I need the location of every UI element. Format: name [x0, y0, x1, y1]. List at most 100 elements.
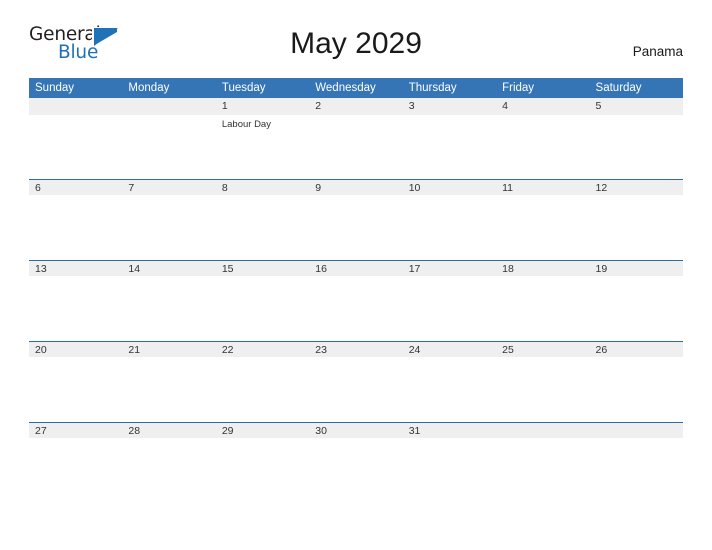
- day-cell-inner: 10: [402, 179, 497, 260]
- day-cell-inner: 14: [122, 260, 216, 341]
- calendar-day-cell[interactable]: [496, 422, 590, 503]
- calendar-day-cell[interactable]: 6: [29, 179, 123, 260]
- day-number: [29, 98, 123, 115]
- calendar-day-cell[interactable]: 12: [589, 179, 683, 260]
- day-number: 10: [402, 179, 497, 195]
- day-cell-inner: 23: [309, 341, 403, 422]
- day-number: 19: [589, 260, 683, 276]
- day-number: [122, 98, 216, 115]
- weekday-header-saturday: Saturday: [589, 78, 683, 98]
- day-number: 4: [496, 98, 590, 115]
- calendar-day-cell[interactable]: 2: [309, 98, 403, 179]
- day-cell-inner: 31: [402, 422, 497, 503]
- day-cell-inner: 27: [29, 422, 123, 503]
- day-number: 17: [402, 260, 497, 276]
- calendar-day-cell[interactable]: 9: [309, 179, 403, 260]
- day-number: 7: [122, 179, 216, 195]
- calendar-day-cell[interactable]: 5: [589, 98, 683, 179]
- day-cell-inner: 30: [309, 422, 403, 503]
- calendar-day-cell[interactable]: 4: [496, 98, 590, 179]
- calendar-week-row: 20 21 22 23 24 25 26: [29, 341, 683, 422]
- day-cell-inner: 25: [496, 341, 590, 422]
- day-number: 23: [309, 341, 403, 357]
- day-cell-inner: 20: [29, 341, 123, 422]
- calendar-day-cell[interactable]: 19: [589, 260, 683, 341]
- calendar-day-cell[interactable]: 28: [122, 422, 216, 503]
- calendar-day-cell[interactable]: 21: [122, 341, 216, 422]
- day-number: 15: [215, 260, 310, 276]
- country-label: Panama: [632, 44, 683, 59]
- day-cell-inner: [29, 98, 123, 179]
- page-title: May 2029: [290, 27, 422, 60]
- calendar-day-cell[interactable]: 16: [309, 260, 403, 341]
- calendar-day-cell[interactable]: [589, 422, 683, 503]
- day-number: [496, 422, 590, 438]
- day-number: 20: [29, 341, 123, 357]
- day-cell-inner: 11: [496, 179, 590, 260]
- calendar-day-cell[interactable]: 30: [309, 422, 403, 503]
- day-cell-inner: 3: [402, 98, 497, 179]
- day-cell-inner: 22: [215, 341, 310, 422]
- weekday-header-tuesday: Tuesday: [215, 78, 310, 98]
- calendar-day-cell[interactable]: 22: [215, 341, 310, 422]
- day-number: 2: [309, 98, 403, 115]
- calendar-day-cell[interactable]: 3: [402, 98, 497, 179]
- calendar-day-cell[interactable]: 24: [402, 341, 497, 422]
- weekday-header-wednesday: Wednesday: [309, 78, 403, 98]
- day-cell-inner: 15: [215, 260, 310, 341]
- weekday-header-thursday: Thursday: [402, 78, 497, 98]
- calendar-day-cell[interactable]: 23: [309, 341, 403, 422]
- calendar-day-cell[interactable]: 13: [29, 260, 123, 341]
- day-number: 16: [309, 260, 403, 276]
- day-cell-inner: [122, 98, 216, 179]
- day-number: 28: [122, 422, 216, 438]
- day-number: 27: [29, 422, 123, 438]
- day-number: [589, 422, 683, 438]
- day-cell-inner: 26: [589, 341, 683, 422]
- day-cell-inner: 29: [215, 422, 310, 503]
- day-number: 1: [215, 98, 310, 115]
- day-number: 8: [215, 179, 310, 195]
- calendar-container: Sunday Monday Tuesday Wednesday Thursday…: [29, 78, 683, 503]
- calendar-header-row: Sunday Monday Tuesday Wednesday Thursday…: [29, 78, 683, 98]
- calendar-day-cell[interactable]: 29: [215, 422, 310, 503]
- day-cell-inner: 16: [309, 260, 403, 341]
- day-cell-inner: 24: [402, 341, 497, 422]
- day-number: 14: [122, 260, 216, 276]
- calendar-day-cell[interactable]: 17: [402, 260, 497, 341]
- day-cell-inner: 19: [589, 260, 683, 341]
- day-cell-inner: 21: [122, 341, 216, 422]
- day-cell-inner: 8: [215, 179, 310, 260]
- calendar-day-cell[interactable]: 20: [29, 341, 123, 422]
- calendar-day-cell[interactable]: [29, 98, 123, 179]
- day-cell-inner: 5: [589, 98, 683, 179]
- day-number: 22: [215, 341, 310, 357]
- day-number: 11: [496, 179, 590, 195]
- calendar-day-cell[interactable]: 1 Labour Day: [215, 98, 310, 179]
- weekday-header-monday: Monday: [122, 78, 216, 98]
- calendar-day-cell[interactable]: 25: [496, 341, 590, 422]
- calendar-day-cell[interactable]: 27: [29, 422, 123, 503]
- calendar-week-row: 6 7 8 9 10 11 12: [29, 179, 683, 260]
- calendar-day-cell[interactable]: 31: [402, 422, 497, 503]
- calendar-day-cell[interactable]: 14: [122, 260, 216, 341]
- day-cell-inner: [496, 422, 590, 503]
- day-number: 3: [402, 98, 497, 115]
- day-number: 31: [402, 422, 497, 438]
- calendar-day-cell[interactable]: [122, 98, 216, 179]
- calendar-day-cell[interactable]: 15: [215, 260, 310, 341]
- day-cell-inner: 12: [589, 179, 683, 260]
- calendar-day-cell[interactable]: 10: [402, 179, 497, 260]
- day-number: 12: [589, 179, 683, 195]
- day-number: 5: [589, 98, 683, 115]
- day-number: 30: [309, 422, 403, 438]
- calendar-day-cell[interactable]: 7: [122, 179, 216, 260]
- calendar-day-cell[interactable]: 8: [215, 179, 310, 260]
- calendar-day-cell[interactable]: 26: [589, 341, 683, 422]
- calendar-day-cell[interactable]: 11: [496, 179, 590, 260]
- calendar-day-cell[interactable]: 18: [496, 260, 590, 341]
- day-number: 24: [402, 341, 497, 357]
- day-cell-inner: 1 Labour Day: [215, 98, 310, 179]
- weekday-header-friday: Friday: [496, 78, 590, 98]
- day-cell-inner: 4: [496, 98, 590, 179]
